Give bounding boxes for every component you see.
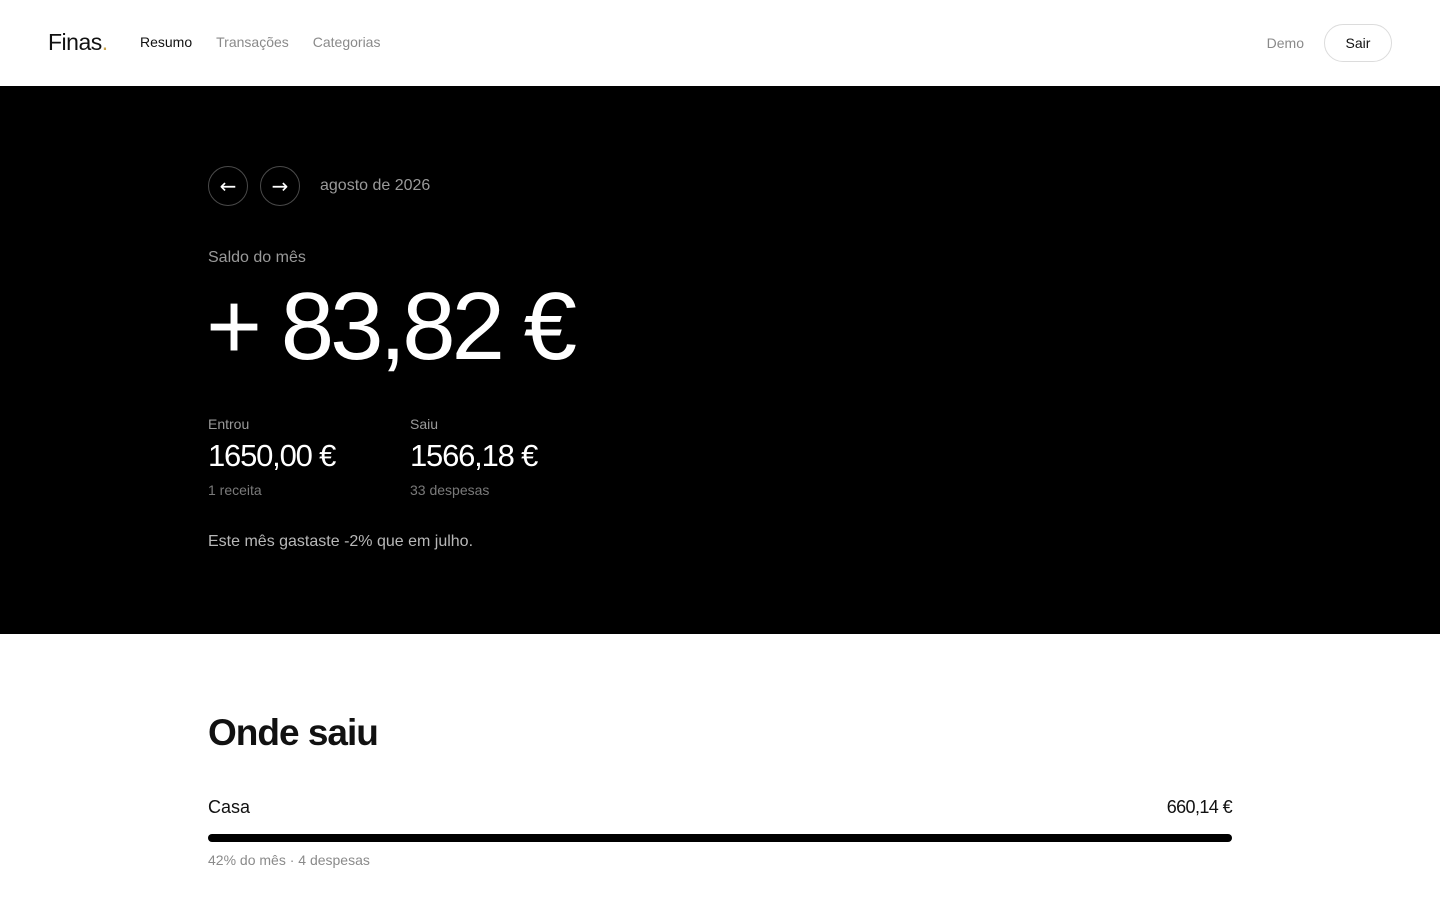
balance-label: Saldo do mês	[208, 249, 306, 266]
category-amount: 660,14 €	[1166, 797, 1233, 817]
category-meta: 42% do mês · 4 despesas	[208, 852, 370, 868]
current-month-label: agosto de 2026	[320, 177, 431, 194]
category-bar-track	[208, 834, 1232, 842]
user-name: Demo	[1266, 35, 1304, 51]
month-summary-hero: ← → agosto de 2026 Saldo do mês + 83,82 …	[0, 86, 1440, 634]
category-bar-fill	[208, 834, 1232, 842]
app-logo[interactable]: Finas.	[48, 29, 108, 56]
month-navigator: ← → agosto de 2026	[208, 166, 430, 206]
nav-item-categorias[interactable]: Categorias	[313, 34, 381, 50]
arrow-right-icon: →	[271, 174, 289, 198]
user-area: Demo Sair	[1267, 24, 1392, 62]
main-nav: Resumo Transações Categorias	[140, 34, 380, 50]
nav-item-resumo[interactable]: Resumo	[140, 34, 192, 50]
expenses-stat: Saiu 1566,18 € 33 despesas	[410, 416, 538, 498]
logo-text: Finas	[48, 29, 102, 55]
previous-month-button[interactable]: ←	[208, 166, 248, 206]
expenses-label: Saiu	[410, 416, 439, 432]
logo-dot: .	[101, 29, 108, 55]
expenses-value: 1566,18 €	[410, 438, 538, 473]
balance-value: + 83,82 €	[206, 273, 577, 380]
top-navigation-bar: Finas. Resumo Transações Categorias Demo…	[0, 0, 1440, 86]
arrow-left-icon: ←	[219, 174, 237, 198]
expenses-count: 33 despesas	[410, 482, 490, 498]
next-month-button[interactable]: →	[260, 166, 300, 206]
income-stat: Entrou 1650,00 € 1 receita	[208, 416, 336, 498]
section-title-onde-saiu: Onde saiu	[208, 712, 379, 753]
income-label: Entrou	[208, 416, 250, 432]
spending-comparison: Este mês gastaste -2% que em julho.	[208, 533, 474, 550]
category-row[interactable]: Casa 660,14 €	[208, 797, 1233, 818]
income-value: 1650,00 €	[208, 438, 336, 473]
income-count: 1 receita	[208, 482, 262, 498]
nav-item-transacoes[interactable]: Transações	[216, 34, 289, 50]
logout-button[interactable]: Sair	[1324, 24, 1392, 62]
category-name: Casa	[208, 797, 251, 817]
